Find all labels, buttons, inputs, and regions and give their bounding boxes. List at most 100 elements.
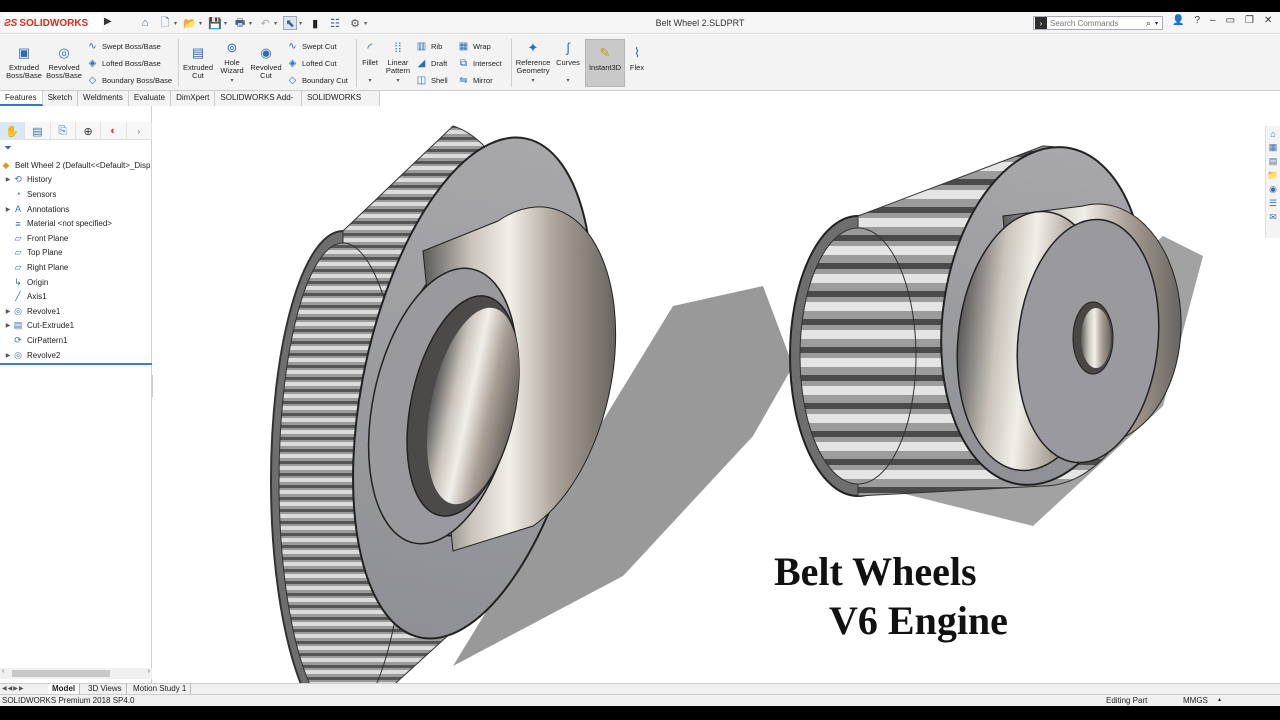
chevron-down-icon[interactable]: ▾	[299, 20, 302, 27]
custom-properties-icon[interactable]: ☰	[1269, 198, 1277, 209]
chevron-down-icon[interactable]: ▾	[230, 77, 233, 85]
tab-add-ins[interactable]: SOLIDWORKS Add-Ins	[215, 91, 302, 116]
tree-item[interactable]: ≡ Material <not specified>	[0, 216, 152, 231]
intersect-button[interactable]: ⧉ Intersect	[457, 57, 502, 70]
configuration-manager-icon[interactable]: ⎘	[51, 122, 76, 140]
chevron-down-icon[interactable]: ▾	[364, 20, 367, 27]
tree-item[interactable]: ▱ Front Plane	[0, 231, 152, 246]
select-cursor-icon[interactable]: ⬉	[283, 16, 298, 30]
file-properties-icon[interactable]: ☷	[328, 16, 342, 30]
traffic-light-icon[interactable]: ▮	[308, 16, 322, 30]
search-input[interactable]	[1050, 18, 1146, 28]
tree-item[interactable]: ▶ ⟲ History	[0, 173, 152, 188]
scroll-left-icon[interactable]: ‹	[2, 668, 4, 675]
chevron-down-icon[interactable]: ▾	[174, 20, 177, 27]
menu-expand-icon[interactable]: ▶	[104, 16, 114, 30]
expand-arrow-icon[interactable]: ▶	[4, 322, 12, 329]
expand-arrow-icon[interactable]: ▶	[4, 206, 12, 213]
maximize-icon[interactable]: ▭	[1226, 15, 1235, 26]
chevron-down-icon[interactable]: ▾	[199, 20, 202, 27]
tab-navigation-icon[interactable]: ◀◀▶▶	[2, 685, 24, 692]
draft-button[interactable]: ◢ Draft	[415, 57, 448, 70]
wrap-button[interactable]: ▦ Wrap	[457, 40, 491, 53]
tree-item[interactable]: ▶ ▤ Cut-Extrude1	[0, 319, 152, 334]
chevron-down-icon[interactable]: ▾	[396, 77, 399, 85]
gear-icon[interactable]: ⚙	[348, 16, 362, 30]
scrollbar-thumb[interactable]	[12, 670, 110, 677]
chevron-down-icon[interactable]: ▾	[224, 20, 227, 27]
chevron-down-icon[interactable]: ▾	[249, 20, 252, 27]
new-document-icon[interactable]: 🗋	[158, 16, 172, 30]
shell-button[interactable]: ◫ Shell	[415, 74, 448, 87]
tab-mbd[interactable]: SOLIDWORKS MBD	[302, 91, 380, 116]
swept-boss-button[interactable]: ∿ Swept Boss/Base	[86, 40, 160, 53]
minimize-icon[interactable]: –	[1231, 106, 1236, 107]
swept-cut-button[interactable]: ∿ Swept Cut	[286, 40, 336, 53]
split-icon[interactable]: ▭	[1214, 106, 1223, 107]
chevron-down-icon[interactable]: ▾	[274, 20, 277, 27]
tile-icon[interactable]: ▯	[1200, 106, 1205, 107]
forum-icon[interactable]: ✉	[1269, 212, 1277, 223]
file-explorer-icon[interactable]: 📁	[1267, 170, 1278, 181]
tab-sketch[interactable]: Sketch	[43, 91, 79, 106]
search-icon[interactable]: ⌕	[1146, 18, 1151, 29]
property-manager-icon[interactable]: ▤	[25, 122, 51, 140]
tree-item[interactable]: ▶ A Annotations	[0, 202, 152, 217]
boundary-boss-button[interactable]: ◇ Boundary Boss/Base	[86, 74, 172, 87]
chevron-down-icon[interactable]: ▾	[566, 77, 569, 85]
panel-horizontal-scrollbar[interactable]: ‹ ›	[0, 668, 152, 679]
chevron-down-icon[interactable]: ▾	[368, 77, 371, 85]
tab-weldments[interactable]: Weldments	[78, 91, 129, 106]
curves-button[interactable]: ∫ Curves ▾	[554, 39, 582, 85]
dimxpert-manager-icon[interactable]: ⊕	[76, 122, 102, 140]
chevron-down-icon[interactable]: ▾	[531, 77, 534, 85]
tree-item[interactable]: ▶ ◎ Revolve1	[0, 304, 152, 319]
tree-item[interactable]: ▶ ◎ Revolve2	[0, 348, 152, 363]
solidworks-logo[interactable]: ƧS SOLIDWORKS	[4, 14, 102, 32]
mirror-button[interactable]: ⇋ Mirror	[457, 74, 492, 87]
chevron-right-icon[interactable]: ›	[127, 122, 152, 140]
tree-item[interactable]: ▱ Top Plane	[0, 246, 152, 261]
expand-arrow-icon[interactable]: ▶	[4, 352, 12, 359]
flex-button[interactable]: ⌇ Flex	[627, 44, 647, 72]
close-icon[interactable]: ✕	[1264, 15, 1272, 26]
appearances-icon[interactable]: ◉	[1269, 184, 1277, 195]
minimize-icon[interactable]: –	[1210, 15, 1216, 26]
rollback-bar[interactable]	[0, 363, 152, 366]
help-icon[interactable]: ?	[1194, 15, 1200, 26]
chevron-down-icon[interactable]: ▾	[1155, 20, 1158, 27]
extruded-cut-button[interactable]: ▤ Extruded Cut	[180, 44, 216, 80]
open-folder-icon[interactable]: 📂	[183, 16, 197, 30]
rib-button[interactable]: ▥ Rib	[415, 40, 443, 53]
tree-item[interactable]: ⟳ CirPattern1	[0, 333, 152, 348]
restore-icon[interactable]: ❐	[1245, 15, 1254, 26]
graphics-area[interactable]: ⌕ ⊕ ↺ ◩ ✐ ▣ ◧ ◉ ◐ ⛰ ▭ ▯ ▭ – ❐ ✕ ⌂ ▦ ▤ 📁 …	[153, 106, 1280, 683]
scroll-right-icon[interactable]: ›	[148, 668, 150, 675]
instant3d-button[interactable]: ✎ Instant3D	[585, 44, 625, 72]
design-library-icon[interactable]: ▤	[1269, 156, 1278, 167]
chevron-up-icon[interactable]: ▴	[1218, 696, 1221, 703]
resources-icon[interactable]: ▦	[1269, 142, 1278, 153]
tree-item[interactable]: ↳ Origin	[0, 275, 152, 290]
linear-pattern-button[interactable]: ⁞⁞ Linear Pattern ▾	[383, 39, 413, 85]
print-icon[interactable]: 🖶	[233, 16, 247, 30]
home-icon[interactable]: ⌂	[1270, 129, 1275, 139]
tree-item[interactable]: ▱ Right Plane	[0, 260, 152, 275]
revolved-cut-button[interactable]: ◉ Revolved Cut	[248, 44, 284, 80]
extruded-boss-button[interactable]: ▣ Extruded Boss/Base	[6, 44, 42, 80]
tab-evaluate[interactable]: Evaluate	[129, 91, 172, 106]
tree-item[interactable]: ◔ Sensors	[0, 187, 152, 202]
reference-geometry-button[interactable]: ✦ Reference Geometry ▾	[513, 39, 553, 85]
expand-arrow-icon[interactable]: ▶	[4, 308, 12, 315]
unit-system[interactable]: MMGS	[1183, 696, 1208, 705]
expand-arrow-icon[interactable]: ▶	[4, 176, 12, 183]
fillet-button[interactable]: ◜ Fillet ▾	[358, 39, 382, 85]
display-manager-icon[interactable]: ◐	[101, 122, 127, 140]
lofted-cut-button[interactable]: ◈ Lofted Cut	[286, 57, 337, 70]
tree-root[interactable]: ◆ Belt Wheel 2 (Default<<Default>_Disp	[0, 158, 152, 173]
restore-icon[interactable]: ❐	[1245, 106, 1253, 107]
lofted-boss-button[interactable]: ◈ Lofted Boss/Base	[86, 57, 161, 70]
filter-icon[interactable]: ⏷	[4, 143, 12, 154]
home-icon[interactable]: ⌂	[138, 16, 152, 30]
boundary-cut-button[interactable]: ◇ Boundary Cut	[286, 74, 348, 87]
